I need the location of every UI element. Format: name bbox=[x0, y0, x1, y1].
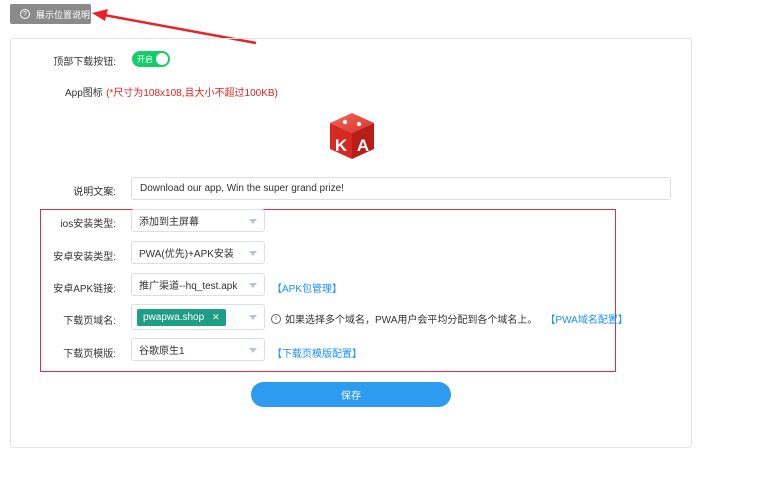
close-icon[interactable]: ✕ bbox=[212, 312, 220, 323]
description-input[interactable]: Download our app, Win the super grand pr… bbox=[131, 177, 671, 200]
chevron-down-icon bbox=[249, 347, 257, 353]
chevron-down-icon bbox=[249, 315, 257, 320]
app-icon-row: App图标 (*尺寸为108x108,且大小不超过100KB) bbox=[65, 84, 278, 99]
domain-tag-label: pwapwa.shop bbox=[143, 311, 205, 323]
download-template-config-link[interactable]: 【下载页模版配置】 bbox=[272, 345, 362, 360]
pwa-domain-config-link[interactable]: 【PWA域名配置】 bbox=[545, 311, 627, 326]
ios-install-value: 添加到主屏幕 bbox=[139, 217, 199, 228]
annotation-arrow-head bbox=[92, 9, 108, 21]
android-install-select[interactable]: PWA(优先)+APK安装 bbox=[131, 241, 265, 264]
download-domain-select[interactable]: pwapwa.shop ✕ bbox=[131, 304, 265, 330]
android-install-value: PWA(优先)+APK安装 bbox=[139, 249, 234, 260]
ios-install-label: ios安装类型: bbox=[60, 219, 116, 230]
domain-tag: pwapwa.shop ✕ bbox=[137, 308, 226, 326]
android-apk-select[interactable]: 推广渠道--hq_test.apk bbox=[131, 273, 265, 296]
apk-package-management-link[interactable]: 【APK包管理】 bbox=[272, 280, 342, 295]
info-icon: i bbox=[271, 313, 281, 324]
download-template-label: 下载页模版: bbox=[63, 349, 116, 360]
top-download-toggle[interactable]: 开启 bbox=[132, 51, 170, 67]
download-template-select[interactable]: 谷歌原生1 bbox=[131, 338, 265, 361]
android-apk-value: 推广渠道--hq_test.apk bbox=[139, 281, 238, 292]
display-position-help-button[interactable]: ? 展示位置说明 bbox=[10, 4, 91, 24]
android-apk-label: 安卓APK链接: bbox=[53, 284, 116, 295]
download-template-value: 谷歌原生1 bbox=[139, 346, 185, 357]
help-button-label: 展示位置说明 bbox=[36, 9, 91, 20]
save-button[interactable]: 保存 bbox=[251, 382, 451, 407]
toggle-knob bbox=[156, 53, 168, 65]
app-icon-letter-a: A bbox=[357, 136, 369, 155]
app-icon-label: App图标 bbox=[65, 88, 103, 99]
android-install-label: 安卓安装类型: bbox=[53, 252, 116, 263]
ios-install-select[interactable]: 添加到主屏幕 bbox=[131, 209, 265, 232]
top-download-label: 顶部下载按钮: bbox=[53, 57, 116, 68]
chevron-down-icon bbox=[249, 282, 257, 288]
toggle-label: 开启 bbox=[137, 54, 153, 64]
chevron-down-icon bbox=[249, 218, 257, 224]
app-icon-letter-k: K bbox=[335, 136, 348, 155]
domain-info: i 如果选择多个域名，PWA用户会平均分配到各个域名上。 【PWA域名配置】 bbox=[271, 311, 628, 326]
app-icon-hint: (*尺寸为108x108,且大小不超过100KB) bbox=[106, 88, 278, 99]
domain-info-text: 如果选择多个域名，PWA用户会平均分配到各个域名上。 bbox=[285, 315, 538, 326]
description-value: Download our app, Win the super grand pr… bbox=[140, 183, 345, 194]
app-icon-image[interactable]: K A bbox=[327, 111, 377, 161]
question-circle-icon: ? bbox=[20, 9, 30, 19]
download-domain-label: 下载页域名: bbox=[63, 316, 116, 327]
description-label: 说明文案: bbox=[73, 187, 116, 198]
chevron-down-icon bbox=[249, 250, 257, 256]
